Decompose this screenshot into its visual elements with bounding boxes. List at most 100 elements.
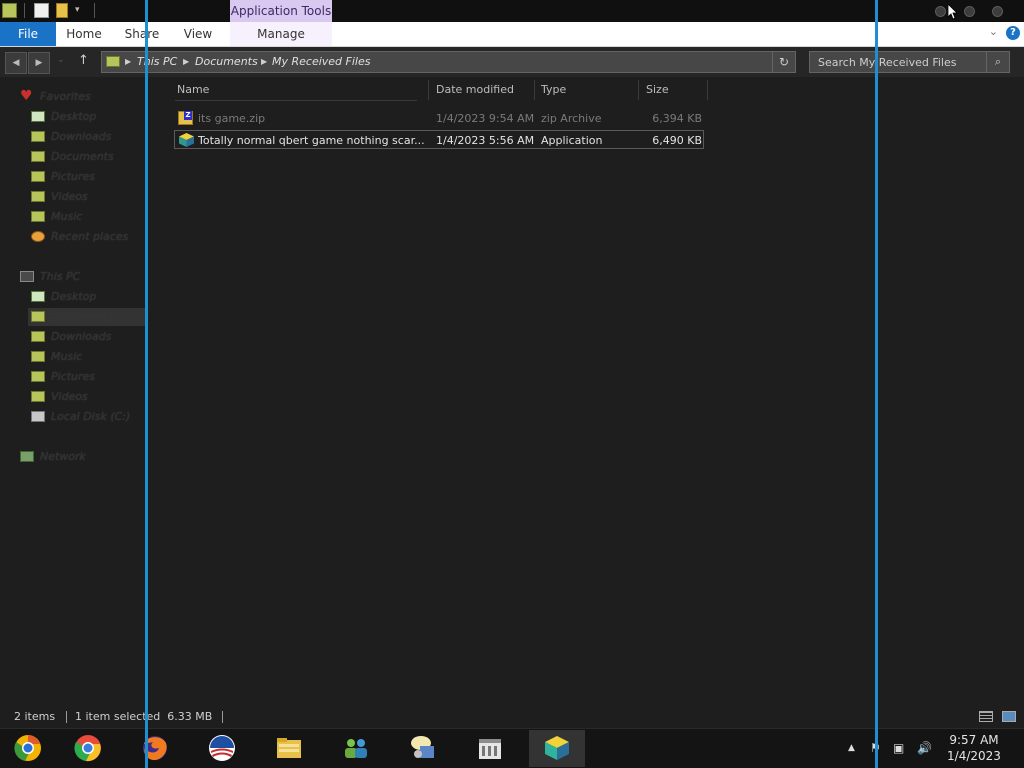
address-row: ◀ ▶ ⌄ ↑ ▶ This PC ▶ Documents ▶ My Recei… [0, 47, 1024, 77]
file-date: 1/4/2023 9:54 AM [436, 112, 535, 125]
table-row-selected[interactable]: Totally normal qbert game nothing scar..… [174, 130, 704, 149]
customize-quick-access-icon[interactable]: ▾ [75, 5, 90, 20]
column-divider[interactable] [638, 80, 639, 100]
status-bar: 2 items 1 item selected 6.33 MB [0, 706, 1024, 728]
downloads-folder-icon [31, 330, 45, 342]
taskbar-chrome[interactable] [60, 730, 116, 767]
nav-pc-local-disk[interactable]: Local Disk (C:) [31, 408, 130, 426]
close-button[interactable] [992, 6, 1003, 17]
nav-label: Pictures [51, 170, 96, 183]
desktop-icon [31, 110, 45, 122]
help-icon[interactable]: ? [1006, 26, 1020, 40]
breadcrumb-arrow-icon[interactable]: ▶ [125, 52, 131, 72]
taskbar-messenger[interactable] [395, 730, 451, 767]
nav-favorites-music[interactable]: Music [31, 208, 82, 226]
tab-home[interactable]: Home [62, 22, 106, 46]
nav-this-pc[interactable]: This PC [20, 268, 80, 286]
breadcrumb-arrow-icon[interactable]: ▶ [183, 52, 189, 72]
search-input[interactable] [810, 52, 1001, 72]
expand-ribbon-chevron-icon[interactable]: ⌄ [989, 25, 998, 38]
taskbar-qbert-app[interactable] [529, 730, 585, 767]
downloads-folder-icon [31, 130, 45, 142]
taskbar-network-people[interactable] [328, 730, 384, 767]
nav-label: Local Disk (C:) [51, 410, 131, 423]
nav-favorites-documents[interactable]: Documents [31, 148, 114, 166]
minimize-button[interactable] [935, 6, 946, 17]
taskbar-chrome-canary[interactable] [0, 730, 56, 767]
heart-icon: ♥ [20, 88, 33, 104]
nav-label: Downloads [51, 330, 112, 343]
nav-label: Documents [51, 150, 114, 163]
file-size: 6,394 KB [652, 112, 702, 125]
taskbar-store[interactable] [462, 730, 518, 767]
file-type: zip Archive [541, 112, 602, 125]
obama-logo-icon [209, 735, 235, 761]
table-row[interactable]: Z its game.zip 1/4/2023 9:54 AM zip Arch… [174, 109, 704, 128]
application-tools-context-label: Application Tools [230, 0, 332, 22]
address-bar[interactable]: ▶ This PC ▶ Documents ▶ My Received File… [101, 51, 796, 73]
maximize-button[interactable] [964, 6, 975, 17]
nav-favorites[interactable]: ♥ Favorites [20, 88, 91, 106]
videos-folder-icon [31, 390, 45, 402]
taskbar-file-explorer[interactable] [261, 730, 317, 767]
large-icons-view-icon[interactable] [1002, 711, 1016, 722]
nav-favorites-desktop[interactable]: Desktop [31, 108, 96, 126]
breadcrumb-this-pc[interactable]: This PC [137, 52, 177, 72]
column-divider[interactable] [707, 80, 708, 100]
file-name: its game.zip [198, 112, 266, 125]
volume-icon[interactable]: 🔊 [917, 741, 932, 755]
header-underline [175, 100, 417, 101]
nav-pc-music[interactable]: Music [31, 348, 82, 366]
separator [222, 711, 223, 723]
nav-pc-videos[interactable]: Videos [31, 388, 88, 406]
up-button[interactable]: ↑ [78, 53, 89, 68]
tab-manage[interactable]: Manage [230, 22, 332, 46]
nav-favorites-videos[interactable]: Videos [31, 188, 88, 206]
column-header-size[interactable]: Size [646, 82, 669, 98]
breadcrumb-documents[interactable]: Documents [195, 52, 258, 72]
column-header-type[interactable]: Type [541, 82, 566, 98]
nav-network[interactable]: Network [20, 448, 86, 466]
column-header-name[interactable]: Name [177, 82, 209, 98]
separator [66, 711, 67, 723]
nav-favorites-pictures[interactable]: Pictures [31, 168, 95, 186]
taskbar-obama-logo[interactable] [194, 730, 250, 767]
recent-locations-chevron-icon[interactable]: ⌄ [57, 55, 65, 65]
nav-pc-downloads[interactable]: Downloads [31, 328, 111, 346]
column-divider[interactable] [534, 80, 535, 100]
details-view-icon[interactable] [979, 711, 993, 722]
nav-label: Videos [51, 390, 88, 403]
column-header-date-modified[interactable]: Date modified [436, 82, 514, 98]
messenger-icon [411, 736, 434, 758]
item-count: 2 items [14, 710, 56, 723]
nav-favorites-recent-places[interactable]: Recent places [31, 228, 128, 246]
tab-share[interactable]: Share [120, 22, 164, 46]
tab-view[interactable]: View [178, 22, 218, 46]
breadcrumb-my-received-files[interactable]: My Received Files [272, 52, 370, 72]
search-icon[interactable]: ⌕ [986, 52, 1009, 72]
properties-icon[interactable] [34, 3, 49, 18]
clock-date: 1/4/2023 [947, 749, 1001, 763]
column-divider[interactable] [428, 80, 429, 100]
search-box[interactable]: ⌕ [809, 51, 1010, 73]
breadcrumb-arrow-icon[interactable]: ▶ [261, 52, 267, 72]
tab-file[interactable]: File [0, 22, 56, 46]
nav-pc-pictures[interactable]: Pictures [31, 368, 95, 386]
nav-pc-documents[interactable]: Documents [28, 308, 146, 326]
network-tray-icon[interactable]: ▣ [893, 741, 904, 755]
chrome-canary-icon [14, 735, 41, 761]
nav-favorites-downloads[interactable]: Downloads [31, 128, 111, 146]
refresh-icon[interactable]: ↻ [772, 52, 795, 72]
taskbar-firefox[interactable] [127, 730, 183, 767]
clock[interactable]: 9:57 AM 1/4/2023 [944, 732, 1004, 764]
show-hidden-icons-chevron-icon[interactable]: ▲ [848, 743, 855, 753]
nav-pc-desktop[interactable]: Desktop [31, 288, 96, 306]
forward-button[interactable]: ▶ [28, 52, 50, 74]
back-button[interactable]: ◀ [5, 52, 27, 74]
file-name: Totally normal qbert game nothing scar..… [198, 134, 425, 147]
new-folder-icon[interactable] [56, 3, 68, 18]
taskbar: ▲ ⚑ ▣ 🔊 9:57 AM 1/4/2023 [0, 728, 1024, 768]
computer-icon [20, 270, 34, 282]
music-folder-icon [31, 210, 45, 222]
file-explorer-icon [277, 738, 301, 758]
